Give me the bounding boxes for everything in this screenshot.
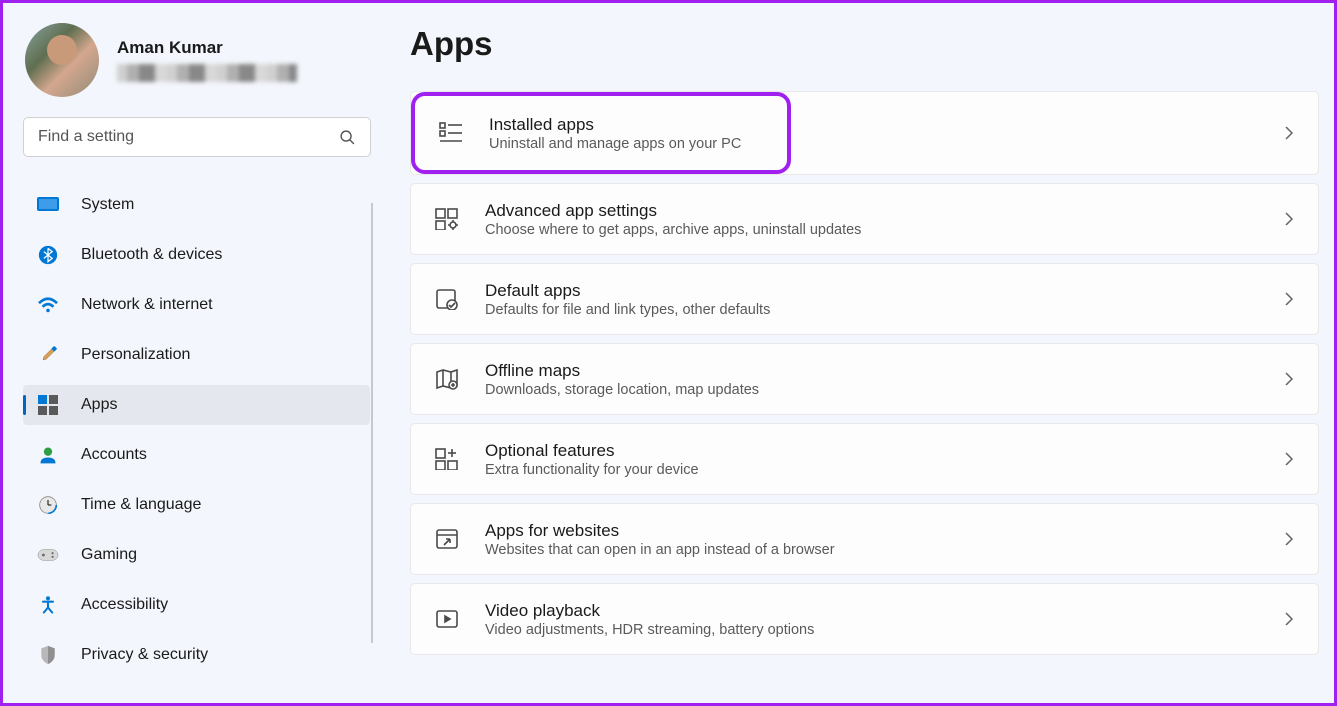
search-icon <box>339 129 356 146</box>
chevron-right-icon <box>1284 125 1294 141</box>
setting-desc: Choose where to get apps, archive apps, … <box>485 222 1284 238</box>
search-input[interactable] <box>38 128 339 146</box>
search-box[interactable] <box>23 117 371 157</box>
apps-icon <box>37 394 59 416</box>
sidebar-item-label: Gaming <box>81 546 137 564</box>
wifi-icon <box>37 294 59 316</box>
sidebar-item-privacy[interactable]: Privacy & security <box>23 635 370 675</box>
settings-list: Installed apps Uninstall and manage apps… <box>410 91 1319 655</box>
person-icon <box>37 444 59 466</box>
avatar[interactable] <box>25 23 99 97</box>
sidebar-item-label: System <box>81 196 134 214</box>
sidebar-item-label: Accessibility <box>81 596 168 614</box>
sidebar-item-system[interactable]: System <box>23 185 370 225</box>
setting-title: Optional features <box>485 441 1284 461</box>
list-icon <box>439 122 465 144</box>
setting-card-apps-for-websites[interactable]: Apps for websites Websites that can open… <box>410 503 1319 575</box>
sidebar-item-label: Bluetooth & devices <box>81 246 222 264</box>
shield-icon <box>37 644 59 666</box>
clock-icon <box>37 494 59 516</box>
chevron-right-icon <box>1284 371 1294 387</box>
setting-title: Video playback <box>485 601 1284 621</box>
setting-card-offline-maps[interactable]: Offline maps Downloads, storage location… <box>410 343 1319 415</box>
sidebar-item-label: Privacy & security <box>81 646 208 664</box>
page-title: Apps <box>410 25 1319 63</box>
chevron-right-icon <box>1284 211 1294 227</box>
web-app-icon <box>435 528 461 550</box>
setting-card-optional-features[interactable]: Optional features Extra functionality fo… <box>410 423 1319 495</box>
sidebar-item-bluetooth[interactable]: Bluetooth & devices <box>23 235 370 275</box>
display-icon <box>37 194 59 216</box>
sidebar-item-accessibility[interactable]: Accessibility <box>23 585 370 625</box>
sidebar-item-accounts[interactable]: Accounts <box>23 435 370 475</box>
setting-card-video-playback[interactable]: Video playback Video adjustments, HDR st… <box>410 583 1319 655</box>
setting-title: Advanced app settings <box>485 201 1284 221</box>
sidebar-item-apps[interactable]: Apps <box>23 385 370 425</box>
setting-desc: Video adjustments, HDR streaming, batter… <box>485 622 1284 638</box>
video-icon <box>435 609 461 629</box>
chevron-right-icon <box>1284 451 1294 467</box>
profile-section[interactable]: Aman Kumar <box>23 23 388 97</box>
setting-card-installed-apps[interactable]: Installed apps Uninstall and manage apps… <box>410 91 1319 175</box>
sidebar-item-label: Time & language <box>81 496 201 514</box>
setting-desc: Uninstall and manage apps on your PC <box>489 136 763 152</box>
setting-card-advanced[interactable]: Advanced app settings Choose where to ge… <box>410 183 1319 255</box>
sidebar-item-label: Accounts <box>81 446 147 464</box>
sidebar-item-gaming[interactable]: Gaming <box>23 535 370 575</box>
profile-email <box>117 64 297 82</box>
sidebar-item-label: Network & internet <box>81 296 213 314</box>
setting-desc: Defaults for file and link types, other … <box>485 302 1284 318</box>
main-content: Apps Installed apps Uninstall and manage… <box>388 3 1334 703</box>
sidebar-item-label: Personalization <box>81 346 190 364</box>
setting-title: Offline maps <box>485 361 1284 381</box>
chevron-right-icon <box>1284 531 1294 547</box>
app-gear-icon <box>435 208 461 230</box>
setting-card-default-apps[interactable]: Default apps Defaults for file and link … <box>410 263 1319 335</box>
default-apps-icon <box>435 288 461 310</box>
setting-desc: Downloads, storage location, map updates <box>485 382 1284 398</box>
profile-name: Aman Kumar <box>117 38 297 58</box>
sidebar: Aman Kumar System Bluetooth & devices Ne… <box>3 3 388 703</box>
brush-icon <box>37 344 59 366</box>
nav: System Bluetooth & devices Network & int… <box>23 185 388 685</box>
sidebar-item-label: Apps <box>81 396 117 414</box>
setting-title: Default apps <box>485 281 1284 301</box>
chevron-right-icon <box>1284 291 1294 307</box>
chevron-right-icon <box>1284 611 1294 627</box>
sidebar-item-network[interactable]: Network & internet <box>23 285 370 325</box>
bluetooth-icon <box>37 244 59 266</box>
sidebar-item-personalization[interactable]: Personalization <box>23 335 370 375</box>
setting-title: Installed apps <box>489 115 763 135</box>
setting-desc: Extra functionality for your device <box>485 462 1284 478</box>
setting-desc: Websites that can open in an app instead… <box>485 542 1284 558</box>
optional-icon <box>435 448 461 470</box>
sidebar-item-time[interactable]: Time & language <box>23 485 370 525</box>
gamepad-icon <box>37 544 59 566</box>
sidebar-scrollbar[interactable] <box>371 203 373 643</box>
accessibility-icon <box>37 594 59 616</box>
map-icon <box>435 368 461 390</box>
setting-title: Apps for websites <box>485 521 1284 541</box>
